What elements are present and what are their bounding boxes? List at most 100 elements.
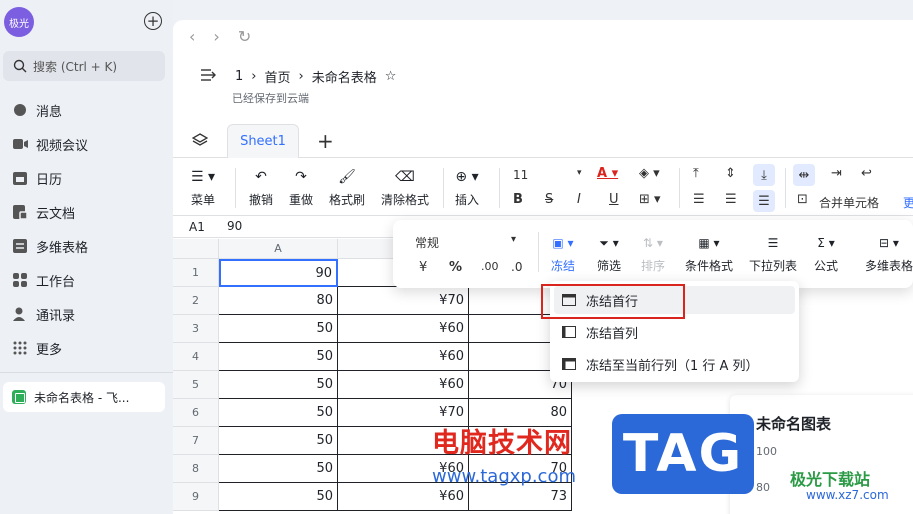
number-format-select[interactable]: 常规 (415, 234, 439, 251)
align-middle-icon[interactable]: ⇕ (725, 166, 736, 181)
row-header[interactable]: 5 (173, 371, 219, 399)
breadcrumb-root[interactable]: 1 (235, 69, 243, 84)
increase-decimal-icon[interactable]: .0 (511, 260, 522, 274)
strikethrough-icon[interactable]: S (545, 192, 553, 207)
row-header[interactable]: 9 (173, 483, 219, 511)
cell-a2[interactable]: 80 (219, 287, 338, 315)
sidebar-item-cloud-doc[interactable]: 云文档 (0, 198, 173, 226)
layers-icon[interactable] (191, 133, 209, 150)
align-top-icon[interactable]: ⤒ (693, 166, 699, 181)
sidebar-item-contacts[interactable]: 通讯录 (0, 300, 173, 328)
row-header[interactable]: 4 (173, 343, 219, 371)
align-center-icon[interactable]: ☰ (725, 192, 737, 207)
sidebar-item-calendar[interactable]: 日历 (0, 164, 173, 192)
format-painter-button[interactable]: 🖌 格式刷 (329, 166, 365, 208)
font-color-icon[interactable]: A ▾ (597, 166, 618, 181)
underline-icon[interactable]: U (609, 192, 619, 207)
fill-color-icon[interactable]: ◈ ▾ (639, 166, 660, 181)
row-header[interactable]: 6 (173, 399, 219, 427)
cell-a1[interactable]: 90 (219, 259, 338, 287)
workplace-icon (12, 272, 28, 288)
eraser-icon: ⌫ (395, 169, 415, 185)
freeze-to-current-option[interactable]: 冻结至当前行列（1 行 A 列） (554, 350, 795, 378)
cell-b9[interactable]: ¥60 (338, 483, 469, 511)
freeze-button[interactable]: ▣ ▾ 冻结 (551, 232, 575, 274)
watermark-site2-url: www.xz7.com (806, 488, 889, 502)
dropdown-list-button[interactable]: ☰ 下拉列表 (749, 232, 797, 274)
column-header-a[interactable]: A (219, 239, 338, 259)
undo-icon: ↶ (255, 169, 267, 185)
search-input[interactable]: 搜索 (Ctrl + K) (3, 51, 165, 81)
cell-c9[interactable]: 73 (469, 483, 572, 511)
wrap-text-icon[interactable]: ↩ (861, 166, 872, 181)
row-header[interactable]: 3 (173, 315, 219, 343)
formula-input[interactable]: 90 (227, 219, 242, 233)
row-header[interactable]: 2 (173, 287, 219, 315)
sidebar-item-video[interactable]: 视频会议 (0, 130, 173, 158)
add-sheet-icon[interactable]: + (317, 129, 334, 153)
cell-reference[interactable]: A1 (189, 220, 205, 234)
row-header[interactable]: 8 (173, 455, 219, 483)
menu-button[interactable]: ☰ ▾ 菜单 (191, 166, 215, 208)
font-size-select[interactable]: 11 (513, 168, 528, 182)
merge-cells-button[interactable]: 合并单元格 (819, 194, 879, 211)
insert-button[interactable]: ⊕ ▾ 插入 (455, 166, 479, 208)
clear-format-button[interactable]: ⌫ 清除格式 (381, 166, 429, 208)
forward-icon[interactable]: › (213, 27, 219, 46)
cell-a9[interactable]: 50 (219, 483, 338, 511)
sidebar-item-workplace[interactable]: 工作台 (0, 266, 173, 294)
breadcrumb-home[interactable]: 首页 (264, 67, 290, 86)
cell-b2[interactable]: ¥70 (338, 287, 469, 315)
conditional-format-button[interactable]: ▦ ▾ 条件格式 (685, 232, 733, 274)
italic-icon[interactable]: I (577, 192, 581, 207)
search-icon (13, 59, 27, 73)
cell-a4[interactable]: 50 (219, 343, 338, 371)
base-icon (12, 238, 28, 254)
sidebar-item-base[interactable]: 多维表格 (0, 232, 173, 260)
wrap-overflow-icon[interactable]: ⇹ (793, 164, 815, 186)
undo-button[interactable]: ↶ 撤销 (249, 166, 273, 208)
sidebar-item-message[interactable]: 消息 (0, 96, 173, 124)
row-header[interactable]: 1 (173, 259, 219, 287)
expand-menu-icon[interactable] (201, 68, 217, 85)
cell-a8[interactable]: 50 (219, 455, 338, 483)
merge-cells-icon[interactable]: ⊡ (797, 192, 808, 207)
base-button[interactable]: ⊟ ▾ 多维表格 (865, 232, 913, 274)
back-icon[interactable]: ‹ (189, 27, 195, 46)
create-icon[interactable]: + (144, 12, 162, 30)
formula-button[interactable]: Σ ▾ 公式 (814, 232, 838, 274)
bold-icon[interactable]: B (513, 192, 523, 207)
freeze-first-col-option[interactable]: 冻结首列 (554, 318, 795, 346)
sidebar-item-more[interactable]: 更多 (0, 334, 173, 362)
sidebar-open-doc[interactable]: 未命名表格 - 飞... (3, 382, 165, 412)
filter-button[interactable]: ⏷ ▾ 筛选 (597, 232, 621, 274)
align-right-icon[interactable]: ☰ (753, 190, 775, 212)
tab-sheet1[interactable]: Sheet1 (227, 124, 299, 158)
avatar[interactable]: 极光 (4, 7, 34, 37)
sidebar-divider (0, 372, 173, 373)
redo-button[interactable]: ↷ 重做 (289, 166, 313, 208)
align-left-icon[interactable]: ☰ (693, 192, 705, 207)
cell-a3[interactable]: 50 (219, 315, 338, 343)
cell-b4[interactable]: ¥60 (338, 343, 469, 371)
cell-a6[interactable]: 50 (219, 399, 338, 427)
cell-b3[interactable]: ¥60 (338, 315, 469, 343)
doc-title[interactable]: 未命名表格 (312, 67, 377, 86)
sort-button[interactable]: ⇅ ▾ 排序 (641, 232, 665, 274)
decrease-decimal-icon[interactable]: .00 (481, 260, 499, 273)
more-toolbar-button[interactable]: 更 (903, 194, 913, 211)
cell-a5[interactable]: 50 (219, 371, 338, 399)
wrap-clip-icon[interactable]: ⇥ (831, 166, 842, 181)
corner-header[interactable] (173, 239, 219, 259)
font-size-chevron-icon[interactable]: ▾ (577, 168, 582, 178)
number-format-chevron-icon[interactable]: ▾ (511, 234, 516, 245)
currency-icon[interactable]: ¥ (419, 260, 427, 275)
border-icon[interactable]: ⊞ ▾ (639, 192, 661, 207)
align-bottom-icon[interactable]: ⤓ (753, 164, 775, 186)
cell-a7[interactable]: 50 (219, 427, 338, 455)
star-icon[interactable]: ☆ (385, 69, 397, 84)
row-header[interactable]: 7 (173, 427, 219, 455)
cell-b5[interactable]: ¥60 (338, 371, 469, 399)
percent-icon[interactable]: % (449, 260, 462, 275)
refresh-icon[interactable]: ↻ (238, 27, 251, 46)
